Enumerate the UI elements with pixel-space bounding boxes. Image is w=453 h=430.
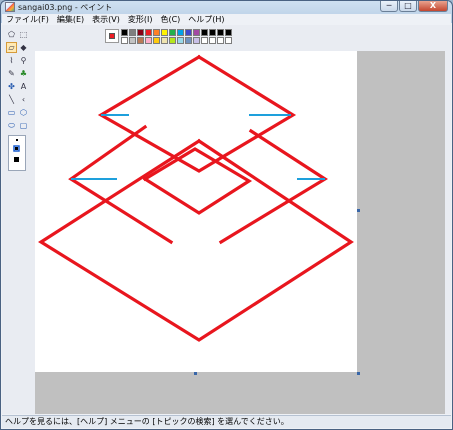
paint-app-icon <box>5 2 15 12</box>
line-icon[interactable]: ╲ <box>6 94 17 105</box>
menu-file[interactable]: ファイル(F) <box>2 14 53 25</box>
fill-icon[interactable]: ◆ <box>18 42 29 53</box>
window-controls: ─ □ X <box>380 1 448 12</box>
menu-help[interactable]: ヘルプ(H) <box>184 14 228 25</box>
eraser-size-medium-dot <box>15 147 18 150</box>
title-bar[interactable]: sangai03.png - ペイント ─ □ X <box>1 1 452 13</box>
tool-options-box[interactable] <box>8 135 26 171</box>
color-swatch[interactable] <box>121 37 128 44</box>
color-swatch[interactable] <box>209 37 216 44</box>
curve-icon[interactable]: ‹ <box>18 94 29 105</box>
window-title: sangai03.png - ペイント <box>18 2 113 12</box>
color-swatch[interactable] <box>137 37 144 44</box>
swatch-grid <box>121 29 232 44</box>
resize-handle-bottom[interactable] <box>194 372 197 375</box>
rect-select-icon[interactable]: ⬚ <box>18 29 29 40</box>
foreground-color[interactable] <box>109 33 115 39</box>
menu-view[interactable]: 表示(V) <box>88 14 124 25</box>
color-swatch[interactable] <box>137 29 144 36</box>
color-swatch[interactable] <box>161 37 168 44</box>
color-swatch[interactable] <box>185 37 192 44</box>
menu-image[interactable]: 変形(I) <box>124 14 157 25</box>
color-swatch[interactable] <box>193 29 200 36</box>
color-swatch[interactable] <box>225 37 232 44</box>
color-swatch[interactable] <box>129 29 136 36</box>
color-swatch[interactable] <box>185 29 192 36</box>
resize-handle-right[interactable] <box>357 209 360 212</box>
color-swatch[interactable] <box>225 29 232 36</box>
color-swatch[interactable] <box>169 37 176 44</box>
canvas-scroll-area[interactable] <box>35 51 445 414</box>
ellipse-icon[interactable]: ⬭ <box>6 120 17 131</box>
menu-colors[interactable]: 色(C) <box>156 14 184 25</box>
toolbox: ⬠ ⬚ ▱ ◆ ⌇ ⚲ ✎ ♣ ✤ A ╲ ‹ ▭ ⬡ ⬭ ▢ <box>4 29 30 171</box>
magnifier-icon[interactable]: ⚲ <box>18 55 29 66</box>
minimize-button[interactable]: ─ <box>380 1 398 12</box>
color-swatch[interactable] <box>217 37 224 44</box>
brush-icon[interactable]: ♣ <box>18 68 29 79</box>
color-swatch[interactable] <box>153 37 160 44</box>
center-diamond <box>142 147 253 215</box>
status-bar: ヘルプを見るには、[ヘルプ] メニューの [トピックの検索] を選んでください。 <box>2 415 451 428</box>
color-swatch[interactable] <box>201 29 208 36</box>
color-swatch[interactable] <box>217 29 224 36</box>
free-select-icon[interactable]: ⬠ <box>6 29 17 40</box>
color-swatch[interactable] <box>161 29 168 36</box>
pencil-icon[interactable]: ✎ <box>6 68 17 79</box>
drawing-canvas[interactable] <box>35 51 357 372</box>
rectangle-icon[interactable]: ▭ <box>6 107 17 118</box>
color-swatch[interactable] <box>193 37 200 44</box>
resize-handle-corner[interactable] <box>357 372 360 375</box>
menu-edit[interactable]: 編集(E) <box>53 14 88 25</box>
color-swatch[interactable] <box>177 29 184 36</box>
eraser-size-large[interactable] <box>14 157 19 162</box>
client-area: ⬠ ⬚ ▱ ◆ ⌇ ⚲ ✎ ♣ ✤ A ╲ ‹ ▭ ⬡ ⬭ ▢ <box>2 25 451 414</box>
close-button[interactable]: X <box>418 1 448 12</box>
polygon-icon[interactable]: ⬡ <box>18 107 29 118</box>
menu-bar: ファイル(F) 編集(E) 表示(V) 変形(I) 色(C) ヘルプ(H) <box>2 14 451 25</box>
color-palette <box>105 29 232 49</box>
text-icon[interactable]: A <box>18 81 29 92</box>
color-swatch[interactable] <box>177 37 184 44</box>
color-swatch[interactable] <box>153 29 160 36</box>
paint-window: sangai03.png - ペイント ─ □ X ファイル(F) 編集(E) … <box>0 0 453 430</box>
eraser-size-options <box>13 139 20 162</box>
color-swatch[interactable] <box>145 29 152 36</box>
color-swatch[interactable] <box>209 29 216 36</box>
color-swatch[interactable] <box>169 29 176 36</box>
drawing-image <box>37 54 354 342</box>
color-swatch[interactable] <box>145 37 152 44</box>
color-swatch[interactable] <box>121 29 128 36</box>
eraser-icon[interactable]: ▱ <box>6 42 17 53</box>
color-swatch[interactable] <box>129 37 136 44</box>
airbrush-icon[interactable]: ✤ <box>6 81 17 92</box>
color-swatch[interactable] <box>201 37 208 44</box>
maximize-button[interactable]: □ <box>399 1 417 12</box>
eraser-size-small[interactable] <box>16 139 18 141</box>
rounded-rect-icon[interactable]: ▢ <box>18 120 29 131</box>
color-picker-icon[interactable]: ⌇ <box>6 55 17 66</box>
current-colors[interactable] <box>105 29 119 43</box>
